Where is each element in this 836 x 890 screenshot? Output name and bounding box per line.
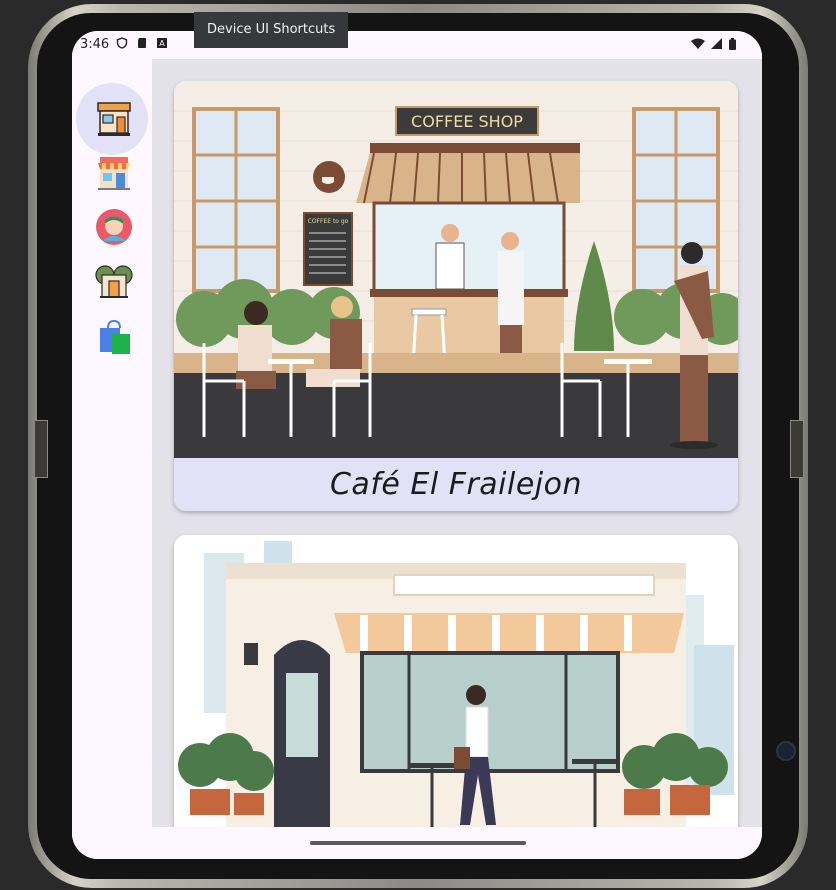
status-bar: 3:46 A: [72, 31, 762, 59]
place-title: Café El Frailejon: [174, 458, 738, 511]
rail-item-avatar[interactable]: [94, 207, 134, 247]
wifi-icon: [691, 38, 705, 49]
bakery-icon: [95, 265, 133, 298]
avatar-icon: [96, 209, 132, 245]
place-card[interactable]: [174, 535, 738, 827]
content-list[interactable]: COFFEE SHOP COFFEE to go Café El Frailej…: [152, 59, 762, 827]
status-icons-left: A: [116, 37, 168, 49]
navigation-rail: [72, 59, 152, 859]
tooltip: Device UI Shortcuts: [194, 12, 349, 48]
hinge-right: [790, 420, 804, 478]
coffee-shop-illustration: COFFEE SHOP COFFEE to go: [174, 81, 738, 458]
rail-item-coffee-shop[interactable]: [94, 99, 134, 139]
svg-text:A: A: [159, 39, 165, 48]
rail-item-store[interactable]: [94, 153, 134, 193]
camera-icon: [776, 741, 796, 761]
hinge-left: [34, 420, 48, 478]
shop-sign-text: COFFEE SHOP: [411, 112, 523, 131]
rail-item-shopping-bag[interactable]: [94, 317, 134, 357]
rail-item-bakery[interactable]: [94, 261, 134, 301]
status-time: 3:46: [80, 37, 110, 52]
battery-icon: [729, 38, 736, 50]
status-icons-right: [691, 38, 736, 50]
menu-board-text: COFFEE to go: [308, 218, 349, 225]
home-gesture-handle[interactable]: [310, 841, 526, 845]
shield-icon: [116, 37, 128, 49]
screen: 3:46 A COFFEE SHOP COFFEE to go Café El …: [72, 31, 762, 859]
gesture-navigation-bar: [72, 827, 762, 859]
shopping-bag-icon: [100, 319, 130, 354]
cafe-storefront-illustration: [174, 535, 738, 827]
sd-card-icon: [138, 38, 146, 48]
place-card[interactable]: COFFEE SHOP COFFEE to go Café El Frailej…: [174, 81, 738, 511]
coffee-shop-icon: [97, 102, 131, 136]
keyboard-a-icon: A: [157, 38, 167, 48]
store-icon: [98, 157, 130, 190]
signal-icon: [711, 38, 722, 49]
